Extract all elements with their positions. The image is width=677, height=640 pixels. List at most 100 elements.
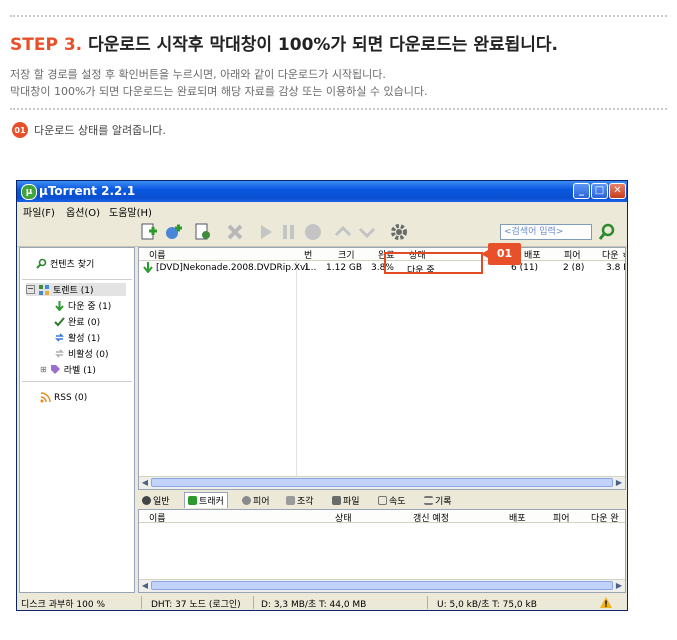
step-number: STEP 3. — [10, 35, 83, 55]
speed-graph-icon — [378, 495, 387, 505]
torrent-list: 이름 번 크기 완료 상태 배포 피어 다운 ㅎ [DVD]Nekonade.2… — [138, 247, 626, 490]
move-up-icon[interactable] — [333, 222, 353, 242]
stop-icon[interactable] — [303, 222, 323, 242]
tab-log[interactable]: 기록 — [424, 492, 452, 508]
toolbar: <검색어 입력> — [17, 218, 627, 247]
menu-help[interactable]: 도움말(H) — [109, 204, 152, 219]
tab-peers[interactable]: 피어 — [242, 492, 270, 508]
close-button[interactable]: ✕ — [609, 183, 626, 199]
sidebar-item-labels[interactable]: ⊞ 라벨 (1) — [40, 363, 96, 376]
sidebar-item-inactive[interactable]: 비활성 (0) — [54, 347, 108, 360]
horizontal-scrollbar[interactable]: ◀ ▶ — [139, 579, 625, 592]
add-url-icon[interactable] — [163, 222, 183, 242]
row-number: 1 — [304, 263, 310, 273]
step-heading: STEP 3. 다운로드 시작후 막대창이 100%가 되면 다운로드는 완료됩니… — [10, 30, 558, 55]
move-down-icon[interactable] — [357, 222, 377, 242]
create-torrent-icon[interactable] — [193, 222, 213, 242]
divider-middle — [10, 108, 667, 110]
column-name[interactable]: 이름 — [149, 248, 166, 261]
description-line-1: 저장 할 경로를 설정 후 확인버튼을 누르시면, 아래와 같이 다운로드가 시… — [10, 68, 386, 81]
status-dht: DHT: 37 노드 (로그인) — [151, 600, 241, 610]
column-size[interactable]: 크기 — [338, 248, 355, 261]
sidebar-item-completed[interactable]: 완료 (0) — [54, 315, 100, 328]
tracker-icon — [188, 496, 197, 505]
tab-trackers-label: 트래커 — [199, 497, 224, 507]
list-header: 이름 번 크기 완료 상태 배포 피어 다운 ㅎ — [139, 248, 625, 261]
table-row[interactable]: [DVD]Nekonade.2008.DVDRip.Xvi... 1 1.12 … — [139, 261, 625, 276]
download-arrow-icon — [143, 262, 153, 273]
divider-top — [10, 15, 667, 17]
detail-tabs: 일반 트래커 피어 조각 파일 속도 기록 — [138, 492, 626, 508]
scroll-right-icon[interactable]: ▶ — [613, 580, 625, 592]
minimize-button[interactable]: _ — [573, 183, 590, 199]
tab-general[interactable]: 일반 — [142, 492, 170, 508]
tab-speed-label: 속도 — [389, 496, 406, 507]
tab-pieces-label: 조각 — [297, 496, 314, 507]
title-bar[interactable]: µ μTorrent 2.2.1 _ □ ✕ — [17, 181, 627, 202]
sidebar-divider — [22, 381, 132, 382]
sidebar-label-torrents: 토렌트 (1) — [53, 286, 94, 296]
sidebar-divider — [22, 279, 132, 280]
tab-peers-label: 피어 — [253, 496, 270, 507]
status-divider — [253, 596, 254, 609]
row-peers: 2 (8) — [563, 263, 585, 273]
status-highlight-box — [384, 252, 483, 274]
sidebar-item-rss[interactable]: RSS (0) — [40, 392, 87, 403]
sidebar-item-torrents[interactable]: − 토렌트 (1) — [26, 283, 126, 296]
detail-column-name[interactable]: 이름 — [149, 511, 166, 524]
warning-icon[interactable] — [600, 597, 612, 608]
detail-column-seeds[interactable]: 배포 — [509, 511, 526, 524]
torrents-icon — [39, 284, 49, 295]
menu-options[interactable]: 옵션(O) — [66, 204, 100, 219]
search-icon[interactable] — [597, 222, 617, 242]
scroll-right-icon[interactable]: ▶ — [613, 477, 625, 489]
trackers-panel: 이름 상태 갱신 예정 배포 피어 다운 완 ◀ ▶ — [138, 509, 626, 593]
find-content-label: 컨텐츠 찾기 — [50, 260, 95, 270]
description: 저장 할 경로를 설정 후 확인버튼을 누르시면, 아래와 같이 다운로드가 시… — [10, 66, 427, 100]
detail-column-downloaded[interactable]: 다운 완 — [591, 511, 619, 524]
tab-general-label: 일반 — [153, 496, 170, 507]
collapse-icon[interactable]: − — [26, 285, 35, 294]
scrollbar-thumb[interactable] — [151, 478, 613, 487]
column-peers[interactable]: 피어 — [564, 248, 581, 261]
sidebar-item-downloading[interactable]: 다운 중 (1) — [54, 299, 111, 312]
column-number[interactable]: 번 — [304, 248, 312, 261]
menu-bar: 파일(F) 옵션(O) 도움말(H) — [17, 202, 627, 219]
find-content-item[interactable]: 컨텐츠 찾기 — [36, 257, 94, 270]
status-disk: 디스크 과부하 100 % — [21, 600, 105, 610]
column-divider — [296, 260, 297, 477]
start-icon[interactable] — [255, 222, 275, 242]
maximize-button[interactable]: □ — [591, 183, 608, 199]
sidebar-label-completed: 완료 (0) — [68, 318, 101, 328]
remove-icon[interactable] — [225, 222, 245, 242]
sidebar-label-downloading: 다운 중 (1) — [68, 302, 112, 312]
add-torrent-icon[interactable] — [139, 222, 159, 242]
detail-column-peers[interactable]: 피어 — [553, 511, 570, 524]
detail-header: 이름 상태 갱신 예정 배포 피어 다운 완 — [139, 510, 625, 524]
tab-trackers[interactable]: 트래커 — [184, 492, 228, 508]
callout-badge: 01 — [481, 243, 521, 265]
horizontal-scrollbar[interactable]: ◀ ▶ — [139, 476, 625, 489]
sidebar-item-active[interactable]: 활성 (1) — [54, 331, 100, 344]
tab-files[interactable]: 파일 — [332, 492, 360, 508]
pause-icon[interactable] — [279, 222, 299, 242]
search-input[interactable]: <검색어 입력> — [500, 224, 592, 240]
expand-icon[interactable]: ⊞ — [40, 365, 47, 374]
detail-column-status[interactable]: 상태 — [335, 511, 352, 524]
column-down-speed[interactable]: 다운 ㅎ — [602, 248, 625, 261]
scroll-left-icon[interactable]: ◀ — [139, 580, 151, 592]
menu-file[interactable]: 파일(F) — [23, 204, 55, 219]
window-title: μTorrent 2.2.1 — [39, 184, 136, 198]
search-icon — [36, 258, 47, 269]
tab-pieces[interactable]: 조각 — [286, 492, 314, 508]
column-seeds[interactable]: 배포 — [524, 248, 541, 261]
gear-icon[interactable] — [389, 222, 409, 242]
inactive-arrows-icon — [55, 349, 64, 358]
log-icon — [424, 495, 433, 505]
detail-column-update[interactable]: 갱신 예정 — [413, 511, 449, 524]
tab-speed[interactable]: 속도 — [378, 492, 406, 508]
scrollbar-thumb[interactable] — [151, 581, 613, 590]
label-tag-icon — [50, 365, 60, 374]
note-badge: 01 — [12, 122, 28, 138]
scroll-left-icon[interactable]: ◀ — [139, 477, 151, 489]
